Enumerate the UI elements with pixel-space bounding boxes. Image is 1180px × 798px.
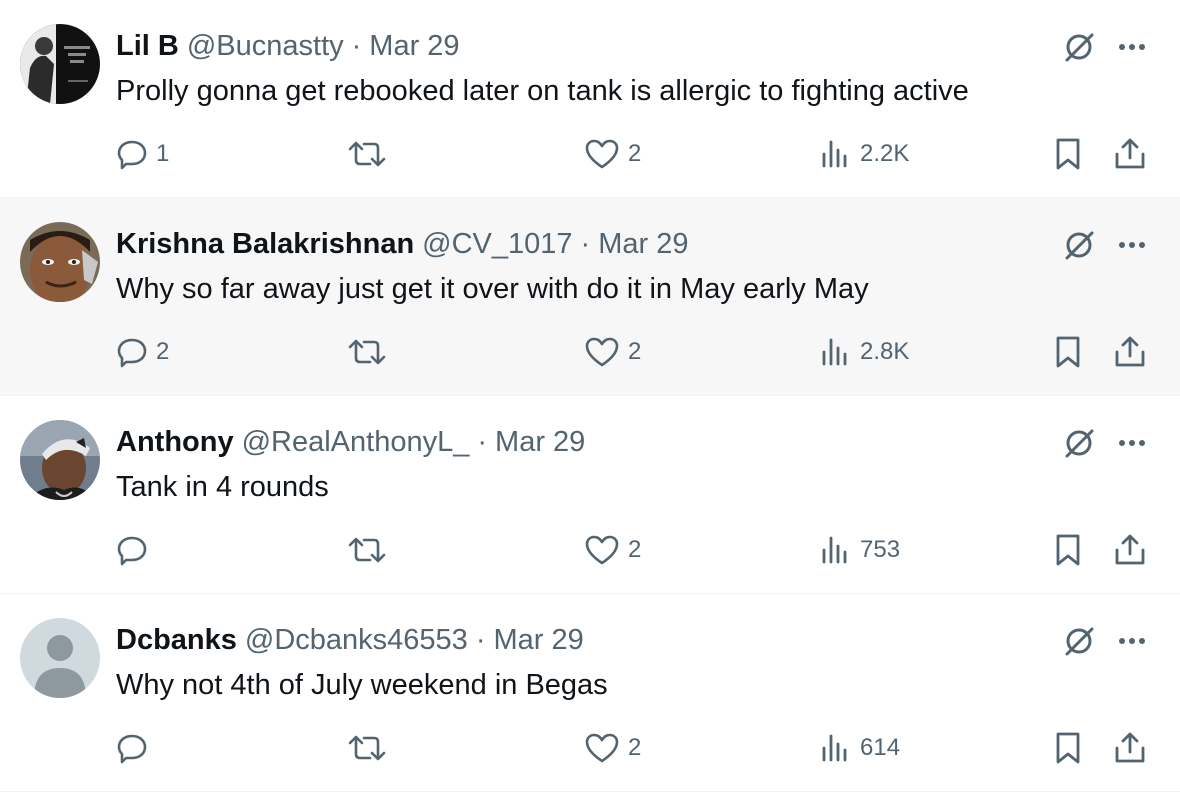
tweet-header: Anthony @RealAnthonyL_ · Mar 29 xyxy=(116,423,585,461)
reply-button[interactable] xyxy=(116,726,156,770)
like-button[interactable]: 2 xyxy=(584,330,641,374)
user-handle[interactable]: @RealAnthonyL_ xyxy=(242,423,470,461)
views-count: 2.2K xyxy=(860,140,910,167)
like-count: 2 xyxy=(628,536,642,563)
views-count: 2.8K xyxy=(860,338,910,365)
reply-count: 2 xyxy=(156,338,170,365)
tweet-text: Why not 4th of July weekend in Begas xyxy=(116,669,608,701)
bookmark-icon xyxy=(1056,732,1080,764)
retweet-button[interactable] xyxy=(346,132,396,176)
more-icon[interactable] xyxy=(1112,26,1152,68)
share-button[interactable] xyxy=(1113,528,1147,572)
tweet[interactable]: Dcbanks @Dcbanks46553 · Mar 29 Why not 4… xyxy=(0,594,1180,792)
share-icon xyxy=(1115,534,1145,565)
heart-icon xyxy=(585,337,619,367)
display-name[interactable]: Anthony xyxy=(116,423,234,461)
more-icon[interactable] xyxy=(1112,422,1152,464)
share-button[interactable] xyxy=(1113,132,1147,176)
like-button[interactable]: 2 xyxy=(584,528,641,572)
heart-icon xyxy=(585,535,619,565)
tweet-text: Why so far away just get it over with do… xyxy=(116,273,869,305)
share-button[interactable] xyxy=(1113,330,1147,374)
tweet-date[interactable]: Mar 29 xyxy=(495,423,585,461)
avatar[interactable] xyxy=(20,420,100,500)
separator-dot: · xyxy=(351,30,362,62)
views-button[interactable]: 614 xyxy=(818,726,900,770)
reply-button[interactable]: 2 xyxy=(116,330,169,374)
tweet[interactable]: Anthony @RealAnthonyL_ · Mar 29 Tank in … xyxy=(0,396,1180,594)
views-icon xyxy=(822,140,847,168)
views-button[interactable]: 2.8K xyxy=(818,330,909,374)
views-icon xyxy=(822,734,847,762)
tweet[interactable]: Lil B @Bucnastty · Mar 29 Prolly gonna g… xyxy=(0,0,1180,198)
tweet-date[interactable]: Mar 29 xyxy=(493,621,583,659)
separator-dot: · xyxy=(477,426,488,458)
bookmark-button[interactable] xyxy=(1052,330,1084,374)
reply-button[interactable] xyxy=(116,528,156,572)
reply-icon xyxy=(117,734,147,764)
tweet-header: Lil B @Bucnastty · Mar 29 xyxy=(116,27,460,65)
share-icon xyxy=(1115,732,1145,763)
avatar[interactable] xyxy=(20,618,100,698)
heart-icon xyxy=(585,733,619,763)
grok-icon[interactable] xyxy=(1058,620,1100,662)
retweet-button[interactable] xyxy=(346,330,396,374)
views-count: 753 xyxy=(860,536,901,563)
views-count: 614 xyxy=(860,734,901,761)
bookmark-button[interactable] xyxy=(1052,132,1084,176)
reply-count: 1 xyxy=(156,140,170,167)
retweet-icon xyxy=(348,339,386,365)
bookmark-icon xyxy=(1056,336,1080,368)
user-handle[interactable]: @CV_1017 xyxy=(422,225,572,263)
grok-icon[interactable] xyxy=(1058,224,1100,266)
share-icon xyxy=(1115,336,1145,367)
reply-icon xyxy=(117,536,147,566)
avatar[interactable] xyxy=(20,24,100,104)
separator-dot: · xyxy=(475,624,486,656)
views-button[interactable]: 753 xyxy=(818,528,900,572)
tweet-date[interactable]: Mar 29 xyxy=(598,225,688,263)
display-name[interactable]: Krishna Balakrishnan xyxy=(116,225,414,263)
bookmark-button[interactable] xyxy=(1052,726,1084,770)
like-button[interactable]: 2 xyxy=(584,726,641,770)
like-count: 2 xyxy=(628,734,642,761)
reply-icon xyxy=(117,338,147,368)
retweet-icon xyxy=(348,537,386,563)
retweet-button[interactable] xyxy=(346,726,396,770)
grok-icon[interactable] xyxy=(1058,26,1100,68)
display-name[interactable]: Lil B xyxy=(116,27,179,65)
bookmark-button[interactable] xyxy=(1052,528,1084,572)
like-button[interactable]: 2 xyxy=(584,132,641,176)
grok-icon[interactable] xyxy=(1058,422,1100,464)
more-icon[interactable] xyxy=(1112,620,1152,662)
bookmark-icon xyxy=(1056,138,1080,170)
share-icon xyxy=(1115,138,1145,169)
tweet-text: Prolly gonna get rebooked later on tank … xyxy=(116,75,969,107)
tweet[interactable]: Krishna Balakrishnan @CV_1017 · Mar 29 W… xyxy=(0,198,1180,396)
views-icon xyxy=(822,536,847,564)
share-button[interactable] xyxy=(1113,726,1147,770)
tweet-text: Tank in 4 rounds xyxy=(116,471,329,503)
like-count: 2 xyxy=(628,140,642,167)
retweet-button[interactable] xyxy=(346,528,396,572)
reply-icon xyxy=(117,140,147,170)
tweet-header: Krishna Balakrishnan @CV_1017 · Mar 29 xyxy=(116,225,688,263)
more-icon[interactable] xyxy=(1112,224,1152,266)
user-handle[interactable]: @Bucnastty xyxy=(187,27,344,65)
user-handle[interactable]: @Dcbanks46553 xyxy=(245,621,468,659)
tweet-header: Dcbanks @Dcbanks46553 · Mar 29 xyxy=(116,621,584,659)
retweet-icon xyxy=(348,735,386,761)
heart-icon xyxy=(585,139,619,169)
tweet-date[interactable]: Mar 29 xyxy=(369,27,459,65)
display-name[interactable]: Dcbanks xyxy=(116,621,237,659)
separator-dot: · xyxy=(580,228,591,260)
reply-button[interactable]: 1 xyxy=(116,132,169,176)
avatar[interactable] xyxy=(20,222,100,302)
views-button[interactable]: 2.2K xyxy=(818,132,909,176)
retweet-icon xyxy=(348,141,386,167)
like-count: 2 xyxy=(628,338,642,365)
bookmark-icon xyxy=(1056,534,1080,566)
views-icon xyxy=(822,338,847,366)
